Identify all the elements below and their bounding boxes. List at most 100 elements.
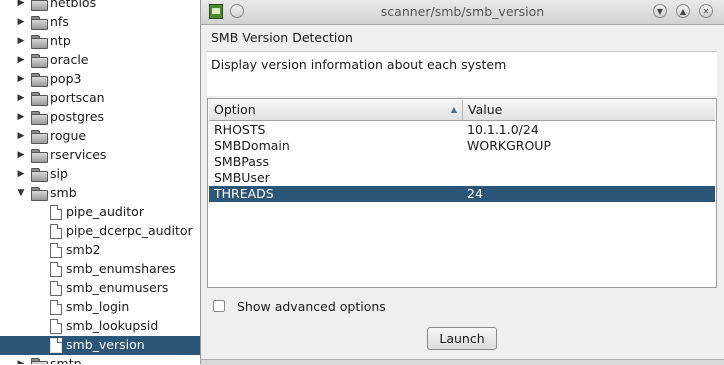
folder-icon [31,111,48,125]
table-row[interactable]: RHOSTS 10.1.1.0/24 [209,122,715,138]
column-header-option[interactable]: Option ▲ [209,100,463,120]
maximize-icon[interactable]: ▲ [676,4,690,18]
collapsed-arrow-icon[interactable]: ▶ [16,55,26,65]
tree-item[interactable]: ▶ oracle [0,51,202,70]
tree-item-label: rservices [50,147,107,162]
option-name-cell: SMBPass [214,154,269,169]
option-name-cell: RHOSTS [214,122,266,137]
table-row[interactable]: THREADS 24 [209,186,715,202]
tree-item-label: postgres [50,109,104,124]
collapsed-arrow-icon[interactable]: ▶ [16,17,26,27]
tree-item-label: sip [50,166,68,181]
collapsed-arrow-icon[interactable]: ▶ [16,36,26,46]
expanded-arrow-icon[interactable]: ▼ [16,188,26,198]
tree-item[interactable]: pipe_dcerpc_auditor [0,222,202,241]
collapsed-arrow-icon[interactable]: ▶ [16,359,26,364]
file-icon [50,205,62,220]
sort-ascending-icon: ▲ [450,105,457,114]
tree-item[interactable]: ▶ nfs [0,13,202,32]
tree-item-label: pipe_dcerpc_auditor [66,223,193,238]
tree-item[interactable]: ▶ rogue [0,127,202,146]
tree-item[interactable]: smb_enumshares [0,260,202,279]
tree-item[interactable]: smb_version [0,336,202,355]
folder-icon [31,149,48,163]
options-table: Option ▲ Value RHOSTS 10.1.1.0/24 SMBDomai… [207,98,717,288]
folder-icon [31,187,48,201]
close-icon[interactable]: ✕ [699,4,713,18]
tree-item[interactable]: smb_login [0,298,202,317]
tree-item[interactable]: pipe_auditor [0,203,202,222]
launch-button[interactable]: Launch [427,327,497,350]
tree-item-label: netbios [50,0,97,10]
option-name-cell: SMBDomain [214,138,290,153]
file-icon [50,319,62,334]
tree-item-label: smb [50,185,77,200]
description-box: Display version information about each s… [207,51,717,96]
option-value-cell[interactable]: 24 [467,186,483,202]
module-tree[interactable]: ▶ netbios ▶ nfs ▶ ntp ▶ oracle ▶ pop3 ▶ portscan ▶ po… [0,0,202,364]
table-row[interactable]: SMBUser [209,170,715,186]
window-title: scanner/smb/smb_version [380,4,545,19]
advanced-options-checkbox[interactable] [213,300,225,312]
collapsed-arrow-icon[interactable]: ▶ [16,112,26,122]
option-value-cell[interactable]: WORKGROUP [467,138,551,154]
folder-icon [31,16,48,30]
tree-item-label: portscan [50,90,105,105]
tree-item-label: smtp [50,356,82,364]
tree-item-label: ntp [50,33,71,48]
collapsed-arrow-icon[interactable]: ▶ [16,131,26,141]
collapsed-arrow-icon[interactable]: ▶ [16,150,26,160]
tree-item[interactable]: ▼ smb [0,184,202,203]
column-header-value[interactable]: Value [463,100,715,120]
minimize-icon[interactable]: ▼ [653,4,667,18]
file-icon [50,300,62,315]
table-header: Option ▲ Value [209,100,715,121]
tree-item[interactable]: ▶ pop3 [0,70,202,89]
tree-item-label: smb_lookupsid [66,318,159,333]
tree-item[interactable]: smb2 [0,241,202,260]
folder-icon [31,358,48,364]
collapsed-arrow-icon[interactable]: ▶ [16,0,26,8]
module-dialog: scanner/smb/smb_version ▼ ▲ ✕ SMB Versio… [200,0,724,365]
tree-item-label: oracle [50,52,89,67]
tree-item-label: smb_login [66,299,130,314]
tree-item[interactable]: smb_enumusers [0,279,202,298]
tree-item[interactable]: ▶ smtp [0,355,202,364]
tree-item-label: nfs [50,14,69,29]
tree-item-label: rogue [50,128,87,143]
file-icon [50,243,62,258]
tree-item[interactable]: ▶ postgres [0,108,202,127]
column-header-option-label: Option [214,102,256,117]
tree-item-label: pop3 [50,71,82,86]
file-icon [50,281,62,296]
tree-item[interactable]: ▶ ntp [0,32,202,51]
column-header-value-label: Value [468,102,503,117]
tree-item-label: smb_enumshares [66,261,176,276]
folder-icon [31,130,48,144]
folder-icon [31,35,48,49]
file-icon [50,224,62,239]
tree-item-label: pipe_auditor [66,204,144,219]
tree-item[interactable]: ▶ rservices [0,146,202,165]
folder-icon [31,92,48,106]
module-description: Display version information about each s… [211,57,507,72]
collapsed-arrow-icon[interactable]: ▶ [16,93,26,103]
tree-item[interactable]: ▶ sip [0,165,202,184]
file-icon [50,262,62,277]
collapsed-arrow-icon[interactable]: ▶ [16,74,26,84]
folder-icon [31,73,48,87]
tree-item-label: smb_version [66,337,145,352]
advanced-options-label: Show advanced options [237,299,386,314]
table-row[interactable]: SMBDomain WORKGROUP [209,138,715,154]
tree-item-label: smb_enumusers [66,280,169,295]
tree-item-label: smb2 [66,242,101,257]
title-bar[interactable]: scanner/smb/smb_version ▼ ▲ ✕ [201,0,724,25]
table-row[interactable]: SMBPass [209,154,715,170]
tree-item[interactable]: ▶ portscan [0,89,202,108]
tree-item[interactable]: ▶ netbios [0,0,202,13]
collapsed-arrow-icon[interactable]: ▶ [16,169,26,179]
option-name-cell: SMBUser [214,170,270,185]
tree-item[interactable]: smb_lookupsid [0,317,202,336]
option-value-cell[interactable]: 10.1.1.0/24 [467,122,539,138]
dialog-bottom-edge [201,359,724,365]
